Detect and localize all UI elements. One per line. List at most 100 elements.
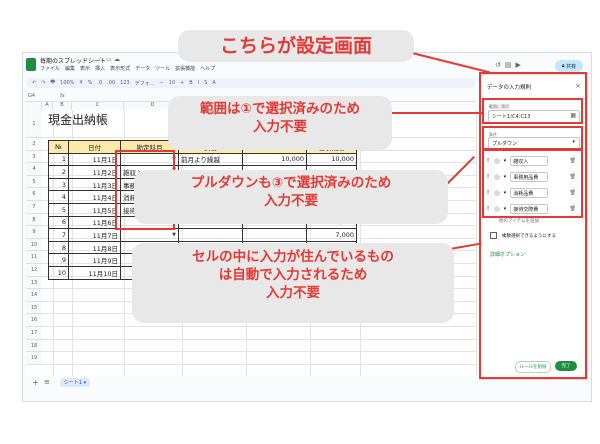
cell-no[interactable]: 7 bbox=[48, 228, 69, 242]
toolbar-item[interactable]: A bbox=[212, 80, 215, 86]
cell-date[interactable]: 11月9日 bbox=[68, 253, 121, 267]
cell-balance[interactable]: 7,000 bbox=[306, 228, 357, 242]
comment-icon[interactable]: ▤ bbox=[505, 61, 516, 69]
add-sheet-icon[interactable]: + bbox=[32, 378, 39, 387]
cell-amount[interactable]: 10,000 bbox=[242, 152, 307, 167]
row-header[interactable]: 15 bbox=[26, 301, 42, 315]
cell-date[interactable]: 11月1日 bbox=[68, 152, 121, 167]
cell-text: 11月8日 bbox=[92, 244, 118, 253]
grid-line bbox=[42, 363, 476, 365]
row-header[interactable]: 16 bbox=[26, 314, 42, 327]
row-header[interactable]: 10 bbox=[26, 238, 42, 252]
folder-icon[interactable]: ▭ bbox=[106, 56, 112, 63]
toolbar-item[interactable]: デフォ... bbox=[135, 80, 155, 87]
history-icon[interactable]: ↺ bbox=[495, 61, 505, 69]
column-header[interactable]: A bbox=[42, 102, 53, 110]
cell-balance[interactable]: 10,000 bbox=[306, 152, 357, 167]
column-header[interactable]: B bbox=[53, 102, 72, 110]
row-header[interactable]: 7 bbox=[26, 201, 42, 214]
toolbar-item[interactable]: S bbox=[204, 80, 207, 86]
toolbar-item[interactable]: ↷ bbox=[41, 80, 45, 86]
toolbar-item[interactable]: + bbox=[180, 80, 184, 86]
all-sheets-icon[interactable]: ≡ bbox=[44, 378, 50, 386]
cell-memo[interactable] bbox=[178, 228, 243, 242]
column-header[interactable]: C bbox=[72, 102, 124, 110]
toolbar-item[interactable]: .0 bbox=[97, 80, 102, 86]
toolbar-item[interactable]: B bbox=[189, 80, 192, 86]
menu-item[interactable]: 表示 bbox=[80, 65, 90, 72]
row-header[interactable]: 14 bbox=[26, 289, 42, 302]
cell-no[interactable]: 4 bbox=[48, 190, 69, 204]
cell-no[interactable]: 2 bbox=[48, 165, 69, 179]
row-header[interactable]: 6 bbox=[26, 188, 42, 201]
cell-memo[interactable]: 前月より繰越 bbox=[178, 152, 243, 167]
sheet-tab[interactable]: シート1 ▾ bbox=[60, 378, 90, 387]
toolbar-item[interactable]: 🖶 bbox=[50, 79, 55, 87]
toolbar-item[interactable]: ↶ bbox=[32, 80, 36, 86]
cell-no[interactable]: 8 bbox=[48, 240, 69, 255]
row-header[interactable]: 9 bbox=[26, 226, 42, 239]
row-header[interactable]: 2 bbox=[26, 138, 42, 151]
cell-no[interactable]: 1 bbox=[48, 152, 69, 167]
row-header[interactable]: 19 bbox=[26, 352, 42, 365]
toolbar-item[interactable]: 10 bbox=[169, 80, 175, 86]
cell-amount[interactable] bbox=[242, 228, 307, 242]
cell-text: 1 bbox=[61, 155, 66, 164]
callout-range: 範囲は①で選択済みのため 入力不要 bbox=[168, 96, 392, 150]
document-title[interactable]: 毎期のスプレッドシート bbox=[40, 56, 106, 65]
row-header[interactable]: 18 bbox=[26, 339, 42, 353]
cell-date[interactable]: 11月6日 bbox=[68, 215, 121, 230]
cell-date[interactable]: 11月8日 bbox=[68, 240, 121, 255]
toolbar-item[interactable]: 123 bbox=[120, 80, 130, 86]
row-header[interactable]: 3 bbox=[26, 150, 42, 164]
cell-no[interactable]: 5 bbox=[48, 202, 69, 217]
meet-icon[interactable]: ▶ bbox=[516, 61, 525, 69]
row-header[interactable]: 5 bbox=[26, 175, 42, 189]
cell-text: 8 bbox=[61, 243, 66, 252]
menu-item[interactable]: 編集 bbox=[65, 65, 75, 72]
toolbar-item[interactable]: 100% bbox=[60, 80, 74, 86]
cell-text: 6 bbox=[61, 218, 66, 227]
menu-item[interactable]: ファイル bbox=[40, 65, 60, 72]
name-box[interactable]: G4 bbox=[28, 93, 35, 99]
row-header[interactable]: 4 bbox=[26, 163, 42, 176]
dropdown-arrow-icon[interactable]: ▼ bbox=[172, 232, 176, 238]
row-header[interactable]: 8 bbox=[26, 213, 42, 227]
cell-date[interactable]: 11月4日 bbox=[68, 190, 121, 204]
row-header[interactable]: 12 bbox=[26, 264, 42, 277]
toolbar-item[interactable]: I bbox=[198, 80, 199, 86]
select-all-corner[interactable] bbox=[26, 102, 42, 110]
menu-item[interactable]: 表示形式 bbox=[110, 65, 130, 72]
cell-date[interactable]: 11月2日 bbox=[68, 165, 121, 179]
cell-no[interactable]: 9 bbox=[48, 253, 69, 267]
menu-item[interactable]: 挿入 bbox=[95, 65, 105, 72]
menu-item[interactable]: 拡張機能 bbox=[175, 65, 195, 72]
menu-item[interactable]: データ bbox=[135, 65, 150, 72]
toolbar: ↶ ↷ 🖶 100% ¥% .0 .00 123 デフォ... −10 + B I S A bbox=[26, 78, 476, 88]
share-button[interactable]: 🔒︎ 共有 bbox=[555, 60, 583, 72]
cell-account[interactable]: ▼ bbox=[120, 228, 179, 242]
cell-no[interactable]: 6 bbox=[48, 215, 69, 230]
row-header[interactable]: 13 bbox=[26, 276, 42, 290]
grid-line bbox=[42, 351, 476, 353]
cell-date[interactable]: 11月10日 bbox=[68, 265, 121, 280]
star-icon[interactable]: ☆ bbox=[98, 56, 103, 63]
cell-date[interactable]: 11月7日 bbox=[68, 228, 121, 242]
menu-item[interactable]: ヘルプ bbox=[200, 65, 215, 72]
menu-item[interactable]: ツール bbox=[155, 65, 170, 72]
toolbar-item[interactable]: ¥ bbox=[79, 80, 82, 86]
cell-date[interactable]: 11月3日 bbox=[68, 177, 121, 192]
header-date[interactable]: 日付 bbox=[68, 140, 121, 154]
cell-no[interactable]: 3 bbox=[48, 177, 69, 192]
row-header[interactable]: 1 bbox=[26, 110, 42, 138]
sheets-logo-icon[interactable] bbox=[26, 58, 36, 71]
cell-date[interactable]: 11月5日 bbox=[68, 202, 121, 217]
toolbar-item[interactable]: .00 bbox=[107, 80, 115, 86]
toolbar-item[interactable]: − bbox=[159, 80, 163, 86]
header-no[interactable]: № bbox=[48, 140, 69, 154]
row-header[interactable]: 17 bbox=[26, 327, 42, 340]
cell-no[interactable]: 10 bbox=[48, 265, 69, 280]
toolbar-item[interactable]: % bbox=[88, 80, 93, 86]
row-header[interactable]: 11 bbox=[26, 251, 42, 264]
sheet-title-cell[interactable]: 現金出納帳 bbox=[48, 111, 108, 128]
